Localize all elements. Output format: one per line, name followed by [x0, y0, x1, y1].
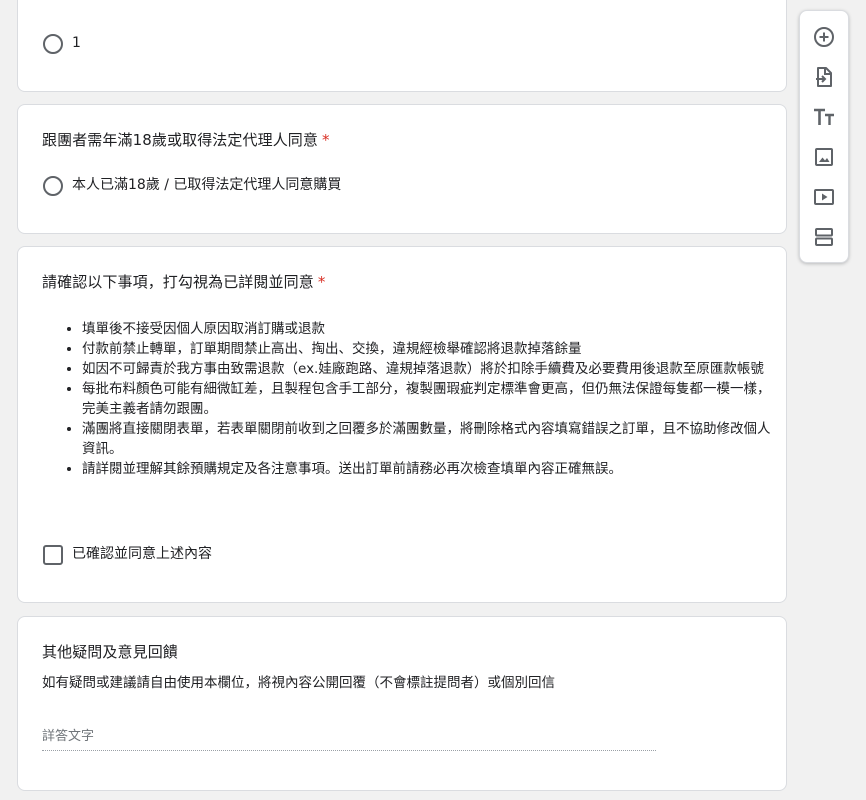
floating-toolbar	[799, 10, 849, 263]
notice-item: 滿團將直接關閉表單，若表單關閉前收到之回覆多於滿團數量，將刪除格式內容填寫錯誤之…	[82, 419, 772, 459]
required-mark: *	[317, 273, 326, 291]
required-mark: *	[322, 131, 330, 149]
import-icon	[816, 67, 832, 87]
question-title: 請確認以下事項，打勾視為已詳閱並同意 *	[42, 271, 325, 293]
feedback-answer-input[interactable]	[42, 722, 656, 751]
add-title-button[interactable]	[812, 105, 836, 129]
image-icon	[815, 148, 833, 166]
age-consent-label: 本人已滿18歲 / 已取得法定代理人同意購買	[72, 177, 342, 193]
section-icon	[815, 228, 833, 246]
add-section-button[interactable]	[812, 225, 836, 249]
question-card-age: 跟團者需年滿18歲或取得法定代理人同意 * 本人已滿18歲 / 已取得法定代理人同…	[17, 104, 787, 234]
notice-item: 如因不可歸責於我方事由致需退款（ex.娃廠跑路、違規掉落退款）將於扣除手續費及必…	[82, 359, 772, 379]
import-questions-button[interactable]	[812, 65, 836, 89]
notice-item: 請詳閱並理解其餘預購規定及各注意事項。送出訂單前請務必再次檢查填單內容正確無誤。	[82, 459, 772, 479]
age-consent-radio[interactable]	[43, 176, 63, 196]
add-circle-icon	[814, 27, 834, 47]
add-video-button[interactable]	[812, 185, 836, 209]
option-label: 1	[72, 35, 81, 51]
agree-checkbox[interactable]	[43, 545, 63, 565]
add-question-button[interactable]	[812, 25, 836, 49]
notice-list: 填單後不接受因個人原因取消訂購或退款 付款前禁止轉單，訂單期間禁止高出、掏出、交…	[42, 319, 772, 479]
question-title-text: 請確認以下事項，打勾視為已詳閱並同意	[42, 273, 314, 291]
question-card-feedback: 其他疑問及意見回饋 如有疑問或建議請自由使用本欄位，將視內容公開回覆（不會標註提…	[17, 616, 787, 791]
agree-checkbox-label: 已確認並同意上述內容	[72, 546, 212, 562]
add-image-button[interactable]	[812, 145, 836, 169]
question-title-text: 其他疑問及意見回饋	[42, 643, 178, 661]
notice-item: 付款前禁止轉單，訂單期間禁止高出、掏出、交換，違規經檢舉確認將退款掉落餘量	[82, 339, 772, 359]
question-description: 如有疑問或建議請自由使用本欄位，將視內容公開回覆（不會標註提問者）或個別回信	[42, 675, 555, 691]
video-icon	[814, 189, 834, 205]
notice-item: 每批布料顏色可能有細微缸差，且製程包含手工部分，複製團瑕疵判定標準會更高，但仍無…	[82, 379, 772, 419]
question-title: 其他疑問及意見回饋	[42, 641, 178, 663]
title-icon	[814, 108, 834, 125]
question-title: 跟團者需年滿18歲或取得法定代理人同意 *	[42, 129, 330, 151]
option-radio[interactable]	[43, 34, 63, 54]
question-card-confirm: 請確認以下事項，打勾視為已詳閱並同意* 填單後不接受因個人原因取消訂購或退款 付…	[17, 246, 787, 603]
question-title-text: 跟團者需年滿18歲或取得法定代理人同意	[42, 131, 318, 149]
question-card-option: 1	[17, 0, 787, 92]
notice-item: 填單後不接受因個人原因取消訂購或退款	[82, 319, 772, 339]
